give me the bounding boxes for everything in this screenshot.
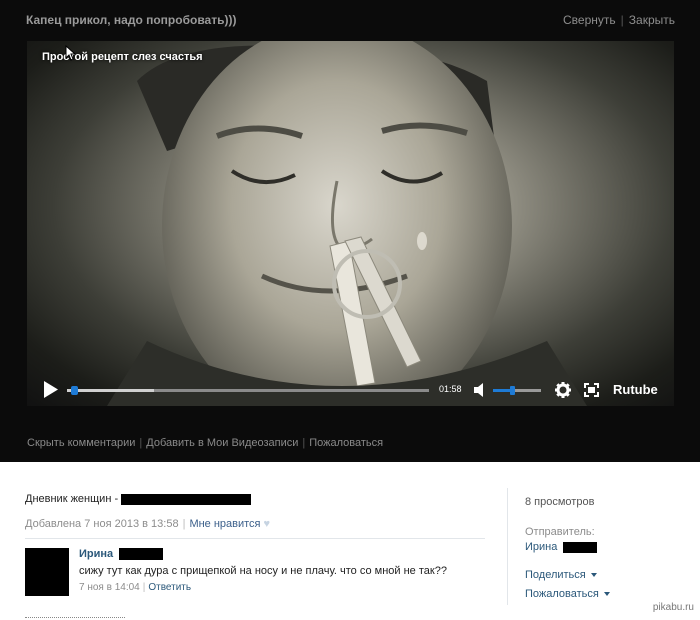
- video-window-title: Капец прикол, надо попробовать))): [26, 13, 237, 27]
- rutube-logo[interactable]: Rutube: [613, 382, 658, 397]
- avatar[interactable]: [25, 548, 69, 596]
- like-link[interactable]: Мне нравится: [189, 518, 260, 530]
- fullscreen-icon[interactable]: [584, 383, 599, 397]
- video-source: Дневник женщин -: [25, 493, 252, 505]
- volume-icon[interactable]: [473, 382, 487, 398]
- report-label: Пожаловаться: [525, 588, 599, 600]
- video-actions-bar: Скрыть комментарии | Добавить в Мои Видеоз…: [27, 437, 384, 449]
- progress-handle[interactable]: [71, 386, 78, 395]
- report-video-link[interactable]: Пожаловаться: [309, 437, 383, 449]
- buffered-bar: [67, 389, 154, 392]
- heart-icon[interactable]: ♥: [264, 518, 271, 530]
- progress-bar[interactable]: [67, 386, 429, 395]
- comment-item: Ирина сижу тут как дура с прищепкой на н…: [79, 548, 447, 593]
- dropdown-caret-icon: [590, 573, 597, 578]
- redacted-sender-surname: [563, 541, 598, 553]
- video-added-info: Добавлена 7 ноя 2013 в 13:58 | Мне нравитс…: [25, 518, 271, 530]
- next-comment-cut-off: [25, 615, 125, 620]
- cursor-icon: [65, 45, 77, 61]
- gear-icon[interactable]: [555, 382, 571, 398]
- share-label: Поделиться: [525, 569, 586, 581]
- dropdown-caret-icon: [603, 592, 610, 597]
- sender-label: Отправитель:: [525, 526, 595, 538]
- video-sidebar: 8 просмотров Отправитель: Ирина Поделить…: [525, 496, 685, 600]
- comment-text: сижу тут как дура с прищепкой на носу и …: [79, 565, 447, 578]
- window-actions: Свернуть | Закрыть: [563, 13, 675, 27]
- player-controls: 01:58 Rutube: [27, 373, 674, 406]
- reply-link[interactable]: Ответить: [148, 582, 191, 593]
- comment-date: 7 ноя в 14:04: [79, 582, 140, 594]
- redacted-source-name: [121, 493, 252, 505]
- video-frame-image: [107, 41, 587, 406]
- sender-name[interactable]: Ирина: [525, 541, 557, 553]
- added-date: Добавлена 7 ноя 2013 в 13:58: [25, 518, 179, 530]
- comment-author: Ирина: [79, 548, 447, 561]
- sidebar-divider: [507, 488, 508, 605]
- time-display: 01:58: [439, 384, 462, 394]
- add-to-my-videos-link[interactable]: Добавить в Мои Видеозаписи: [146, 437, 298, 449]
- view-count: 8 просмотров: [525, 496, 595, 508]
- volume-handle[interactable]: [510, 386, 515, 395]
- volume-slider[interactable]: [493, 386, 541, 395]
- source-prefix: Дневник женщин -: [25, 493, 119, 505]
- report-dropdown[interactable]: Пожаловаться: [525, 588, 685, 600]
- play-icon[interactable]: [43, 381, 59, 398]
- comment-author-name[interactable]: Ирина: [79, 548, 113, 560]
- redacted-surname: [119, 548, 164, 561]
- divider: [25, 538, 485, 539]
- watermark: pikabu.ru: [652, 602, 694, 613]
- collapse-link[interactable]: Свернуть: [563, 13, 616, 27]
- sender: Ирина: [525, 541, 685, 553]
- close-link[interactable]: Закрыть: [629, 13, 675, 27]
- share-dropdown[interactable]: Поделиться: [525, 569, 685, 581]
- video-player[interactable]: Простой рецепт слез счастья 01:58 Rutube: [27, 41, 674, 406]
- hide-comments-link[interactable]: Скрыть комментарии: [27, 437, 135, 449]
- comment-meta: 7 ноя в 14:04 | Ответить: [79, 582, 192, 594]
